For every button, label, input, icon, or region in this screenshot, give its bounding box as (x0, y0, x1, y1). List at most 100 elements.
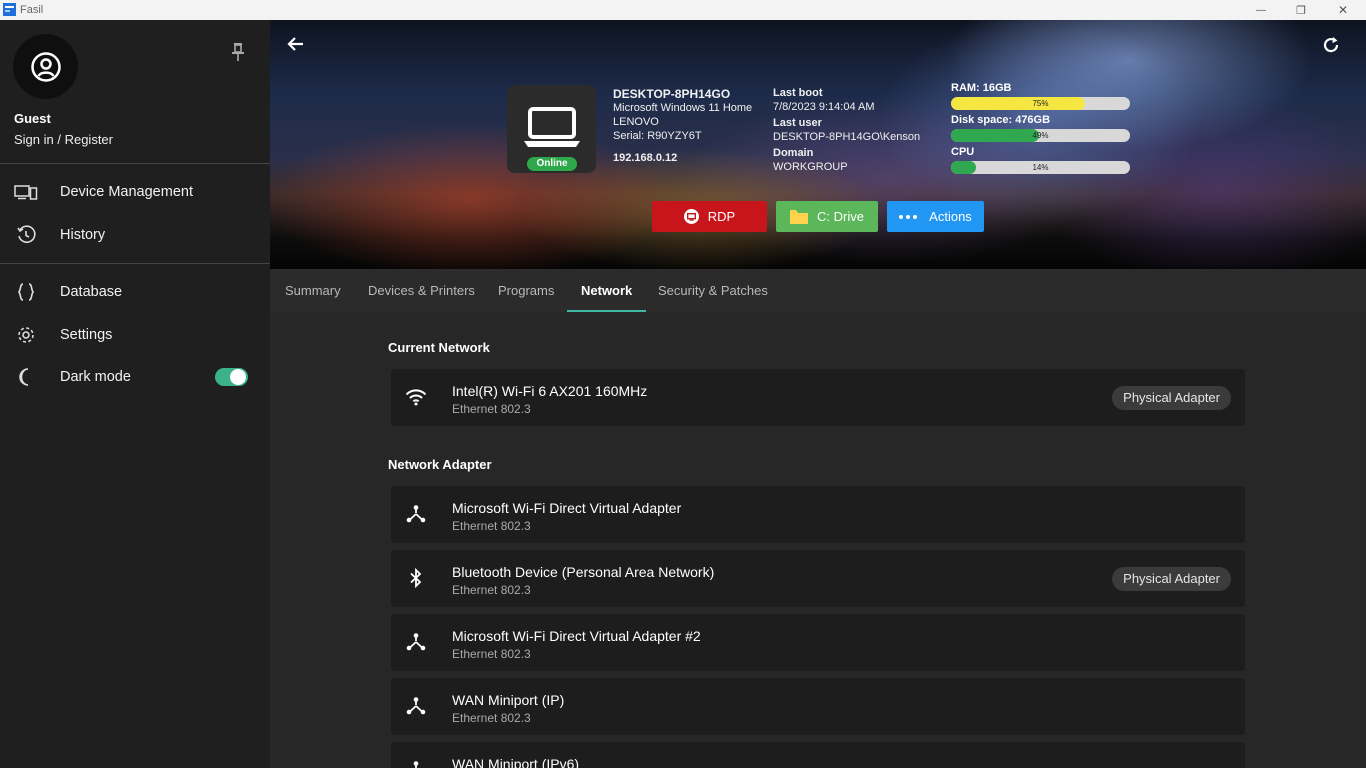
close-button[interactable]: ✕ (1322, 0, 1364, 20)
adapter-card[interactable]: Microsoft Wi-Fi Direct Virtual Adapter E… (391, 486, 1245, 543)
adapter-name: WAN Miniport (IP) (452, 692, 565, 708)
ram-meter: 75% (951, 97, 1130, 110)
status-badge: Online (527, 157, 577, 171)
adapter-card[interactable]: Intel(R) Wi-Fi 6 AX201 160MHz Ethernet 8… (391, 369, 1245, 426)
disk-meter: 49% (951, 129, 1130, 142)
restore-icon: ❐ (1296, 4, 1306, 17)
laptop-icon (524, 107, 580, 147)
wifi-icon (405, 386, 427, 408)
c-drive-button[interactable]: C: Drive (776, 201, 878, 232)
more-icon (899, 214, 918, 219)
adapter-card[interactable]: Bluetooth Device (Personal Area Network)… (391, 550, 1245, 607)
user-icon (30, 51, 61, 82)
gear-icon (13, 325, 39, 345)
actions-label: Actions (929, 209, 972, 224)
adapter-card[interactable]: WAN Miniport (IPv6) (391, 742, 1245, 768)
nav-device-management[interactable]: Device Management (0, 172, 270, 212)
adapter-name: WAN Miniport (IPv6) (452, 756, 580, 768)
tab-network[interactable]: Network (567, 269, 647, 312)
refresh-icon[interactable] (1322, 36, 1340, 54)
nav-history[interactable]: History (0, 215, 270, 255)
device-manufacturer: LENOVO (613, 116, 659, 128)
adapter-name: Microsoft Wi-Fi Direct Virtual Adapter (452, 500, 682, 516)
bluetooth-icon (405, 567, 427, 589)
maximize-button[interactable]: ❐ (1280, 0, 1322, 20)
last-user-value: DESKTOP-8PH14GO\Kenson (773, 131, 921, 143)
user-name: Guest (14, 111, 51, 126)
nav-label: Settings (60, 327, 113, 343)
divider (0, 163, 270, 164)
device-header: Online DESKTOP-8PH14GO Microsoft Windows… (270, 20, 1366, 269)
adapter-type: Ethernet 802.3 (452, 519, 531, 533)
devices-icon (13, 182, 39, 202)
adapter-type: Ethernet 802.3 (452, 711, 531, 725)
domain-value: WORKGROUP (773, 161, 848, 173)
tab-summary[interactable]: Summary (271, 269, 355, 312)
tab-devices-printers[interactable]: Devices & Printers (354, 269, 489, 312)
title-bar: Fasil — ❐ ✕ (0, 0, 1366, 20)
network-icon (405, 503, 427, 525)
last-user-label: Last user (773, 117, 822, 129)
braces-icon (13, 282, 39, 302)
nav-label: Dark mode (60, 369, 131, 385)
disk-label: Disk space: 476GB (951, 114, 1051, 126)
minimize-button[interactable]: — (1240, 0, 1282, 20)
adapter-card[interactable]: Microsoft Wi-Fi Direct Virtual Adapter #… (391, 614, 1245, 671)
adapter-type: Ethernet 802.3 (452, 647, 531, 661)
monitor-icon (683, 209, 699, 224)
device-serial: Serial: R90YZY6T (613, 130, 702, 142)
tab-label: Network (581, 283, 633, 298)
device-ip: 192.168.0.12 (613, 152, 678, 164)
sidebar: Guest Sign in / Register Device Manageme… (0, 20, 270, 768)
tab-label: Summary (285, 283, 341, 298)
adapter-card[interactable]: WAN Miniport (IP) Ethernet 802.3 (391, 678, 1245, 735)
tab-security-patches[interactable]: Security & Patches (644, 269, 782, 312)
history-icon (13, 225, 39, 245)
rdp-label: RDP (707, 209, 736, 224)
divider (0, 263, 270, 264)
device-identity: DESKTOP-8PH14GO Microsoft Windows 11 Hom… (613, 87, 752, 165)
tab-label: Devices & Printers (368, 283, 475, 298)
adapter-name: Bluetooth Device (Personal Area Network) (452, 564, 715, 580)
ram-label: RAM: 16GB (951, 82, 1012, 94)
device-name: DESKTOP-8PH14GO (613, 87, 731, 101)
device-tile: Online (507, 85, 596, 173)
device-session-info: Last boot 7/8/2023 9:14:04 AM Last user … (773, 86, 920, 174)
back-arrow-icon[interactable] (287, 36, 305, 52)
network-icon (405, 759, 427, 768)
toggle-knob (230, 369, 246, 385)
network-icon (405, 631, 427, 653)
actions-button[interactable]: Actions (887, 201, 984, 232)
pin-icon[interactable] (229, 42, 247, 62)
physical-adapter-badge: Physical Adapter (1112, 567, 1231, 591)
window-title: Fasil (20, 4, 44, 16)
cpu-meter: 14% (951, 161, 1130, 174)
adapter-name: Intel(R) Wi-Fi 6 AX201 160MHz (452, 383, 648, 399)
adapter-name: Microsoft Wi-Fi Direct Virtual Adapter #… (452, 628, 701, 644)
disk-percent: 49% (1032, 131, 1049, 140)
last-boot-label: Last boot (773, 87, 823, 99)
last-boot-value: 7/8/2023 9:14:04 AM (773, 101, 875, 113)
dark-mode-toggle[interactable] (215, 368, 248, 386)
c-drive-label: C: Drive (817, 209, 864, 224)
network-adapter-heading: Network Adapter (388, 457, 492, 472)
folder-icon (790, 209, 809, 224)
sign-in-link[interactable]: Sign in / Register (14, 132, 113, 147)
adapter-type: Ethernet 802.3 (452, 583, 531, 597)
nav-label: Device Management (60, 184, 193, 200)
minimize-icon: — (1256, 4, 1266, 16)
close-icon: ✕ (1337, 3, 1349, 17)
network-icon (405, 695, 427, 717)
active-tab-indicator (567, 310, 647, 312)
avatar[interactable] (13, 34, 78, 99)
tab-bar: Summary Devices & Printers Programs Netw… (270, 269, 1366, 312)
tab-programs[interactable]: Programs (484, 269, 568, 312)
nav-settings[interactable]: Settings (0, 315, 270, 355)
app-icon (3, 3, 16, 16)
nav-label: History (60, 227, 106, 243)
current-network-heading: Current Network (388, 340, 490, 355)
domain-label: Domain (773, 147, 814, 159)
rdp-button[interactable]: RDP (652, 201, 767, 232)
nav-label: Database (60, 284, 123, 300)
nav-database[interactable]: Database (0, 272, 270, 312)
